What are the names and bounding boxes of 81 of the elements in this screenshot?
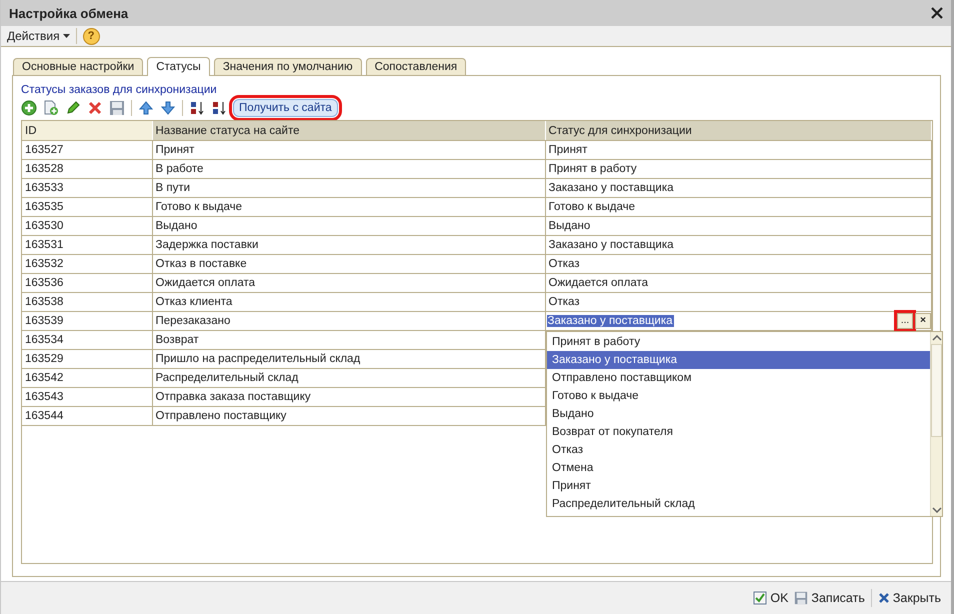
table-cell: Отправлено поставщику [152, 406, 545, 426]
sort-descending-icon[interactable] [211, 100, 227, 116]
table-cell: Ожидается оплата [152, 274, 545, 292]
dropdown-item[interactable]: Возврат от покупателя [547, 423, 930, 441]
table-cell: Выдано [545, 216, 932, 236]
actions-menu[interactable]: Действия [7, 29, 70, 43]
window-title: Настройка обмена [9, 6, 128, 20]
tab[interactable]: Основные настройки [13, 58, 144, 75]
table-cell: 163544 [22, 406, 152, 426]
table-cell: Отказ в поставке [152, 254, 545, 274]
scrollbar[interactable] [930, 332, 942, 516]
caret-icon [62, 34, 70, 38]
table-cell: Принят в работу [545, 160, 932, 178]
status-field[interactable]: Заказано у поставщика ... × [546, 312, 931, 330]
table-cell: Отказ [545, 254, 932, 274]
table-cell: Принят [152, 140, 545, 160]
dropdown-item[interactable]: Распределительный склад [547, 495, 930, 513]
arrow-up-icon[interactable] [138, 100, 154, 116]
dropdown-item[interactable]: Заказано у поставщика [547, 351, 930, 369]
table-cell: 163543 [22, 388, 152, 406]
column-header[interactable]: Название статуса на сайте [152, 121, 545, 140]
table-cell: 163542 [22, 368, 152, 388]
ok-button[interactable]: OK [753, 591, 788, 605]
tab[interactable]: Статусы [147, 57, 210, 76]
help-button[interactable]: ? [82, 28, 100, 44]
table-cell: 163539 [22, 312, 152, 330]
column-header[interactable]: Статус для синхронизации [545, 121, 932, 140]
arrow-down-icon[interactable] [160, 100, 176, 116]
table-cell: Пришло на распределительный склад [152, 350, 545, 368]
close-button[interactable]: Закрыть [878, 591, 941, 605]
pencil-icon[interactable] [65, 100, 81, 116]
table-cell: Заказано у поставщика [545, 178, 932, 198]
table-cell: 163529 [22, 350, 152, 368]
table-cell: Выдано [152, 216, 545, 236]
table-cell: Отказ клиента [152, 292, 545, 312]
table-cell: Ожидается оплата [545, 274, 932, 292]
dropdown-item[interactable]: Принят [547, 477, 930, 495]
table-cell: 163530 [22, 216, 152, 236]
copy-icon[interactable] [43, 100, 59, 116]
table-cell: 163534 [22, 330, 152, 350]
save-icon[interactable] [109, 100, 125, 116]
dropdown-item[interactable]: Отказ [547, 441, 930, 459]
scroll-down-icon[interactable] [932, 507, 942, 513]
checkmark-icon [753, 591, 768, 605]
table-cell: Готово к выдаче [545, 198, 932, 216]
save-icon [794, 591, 808, 605]
delete-icon[interactable] [87, 100, 103, 116]
scroll-thumb[interactable] [931, 344, 942, 437]
choose-button[interactable]: ... [897, 313, 913, 329]
table-cell: 163531 [22, 236, 152, 254]
table-cell: 163533 [22, 178, 152, 198]
table-cell: 163536 [22, 274, 152, 292]
table-cell: В работе [152, 160, 545, 178]
close-icon [878, 592, 890, 604]
table-cell: 163538 [22, 292, 152, 312]
table-cell: 163528 [22, 160, 152, 178]
tab[interactable]: Значения по умолчанию [214, 58, 362, 75]
add-icon[interactable] [21, 100, 37, 116]
dropdown-item[interactable]: Готово к выдаче [547, 387, 930, 405]
sort-ascending-icon[interactable] [189, 100, 205, 116]
table-cell: 163532 [22, 254, 152, 274]
table-cell: Принят [545, 140, 932, 160]
table-cell: Отправка заказа поставщику [152, 388, 545, 406]
table-cell: Готово к выдаче [152, 198, 545, 216]
close-icon[interactable] [931, 7, 943, 19]
section-label: Статусы заказов для синхронизации [21, 84, 218, 97]
save-button[interactable]: Записать [794, 591, 865, 605]
table-cell: 163527 [22, 140, 152, 160]
table-cell: 163535 [22, 198, 152, 216]
table-cell: Заказано у поставщика [545, 236, 932, 254]
dropdown-item[interactable]: Отмена [547, 459, 930, 477]
scroll-up-icon[interactable] [932, 335, 942, 341]
table-cell: Возврат [152, 330, 545, 350]
table-cell: Задержка поставки [152, 236, 545, 254]
clear-button[interactable]: × [915, 313, 931, 329]
table-cell: Распределительный склад [152, 368, 545, 388]
table-cell: Перезаказано [152, 312, 545, 330]
column-header[interactable]: ID [22, 121, 152, 140]
dropdown-item[interactable]: Отправлено поставщиком [547, 369, 930, 387]
table-cell: В пути [152, 178, 545, 198]
tab[interactable]: Сопоставления [366, 58, 466, 75]
